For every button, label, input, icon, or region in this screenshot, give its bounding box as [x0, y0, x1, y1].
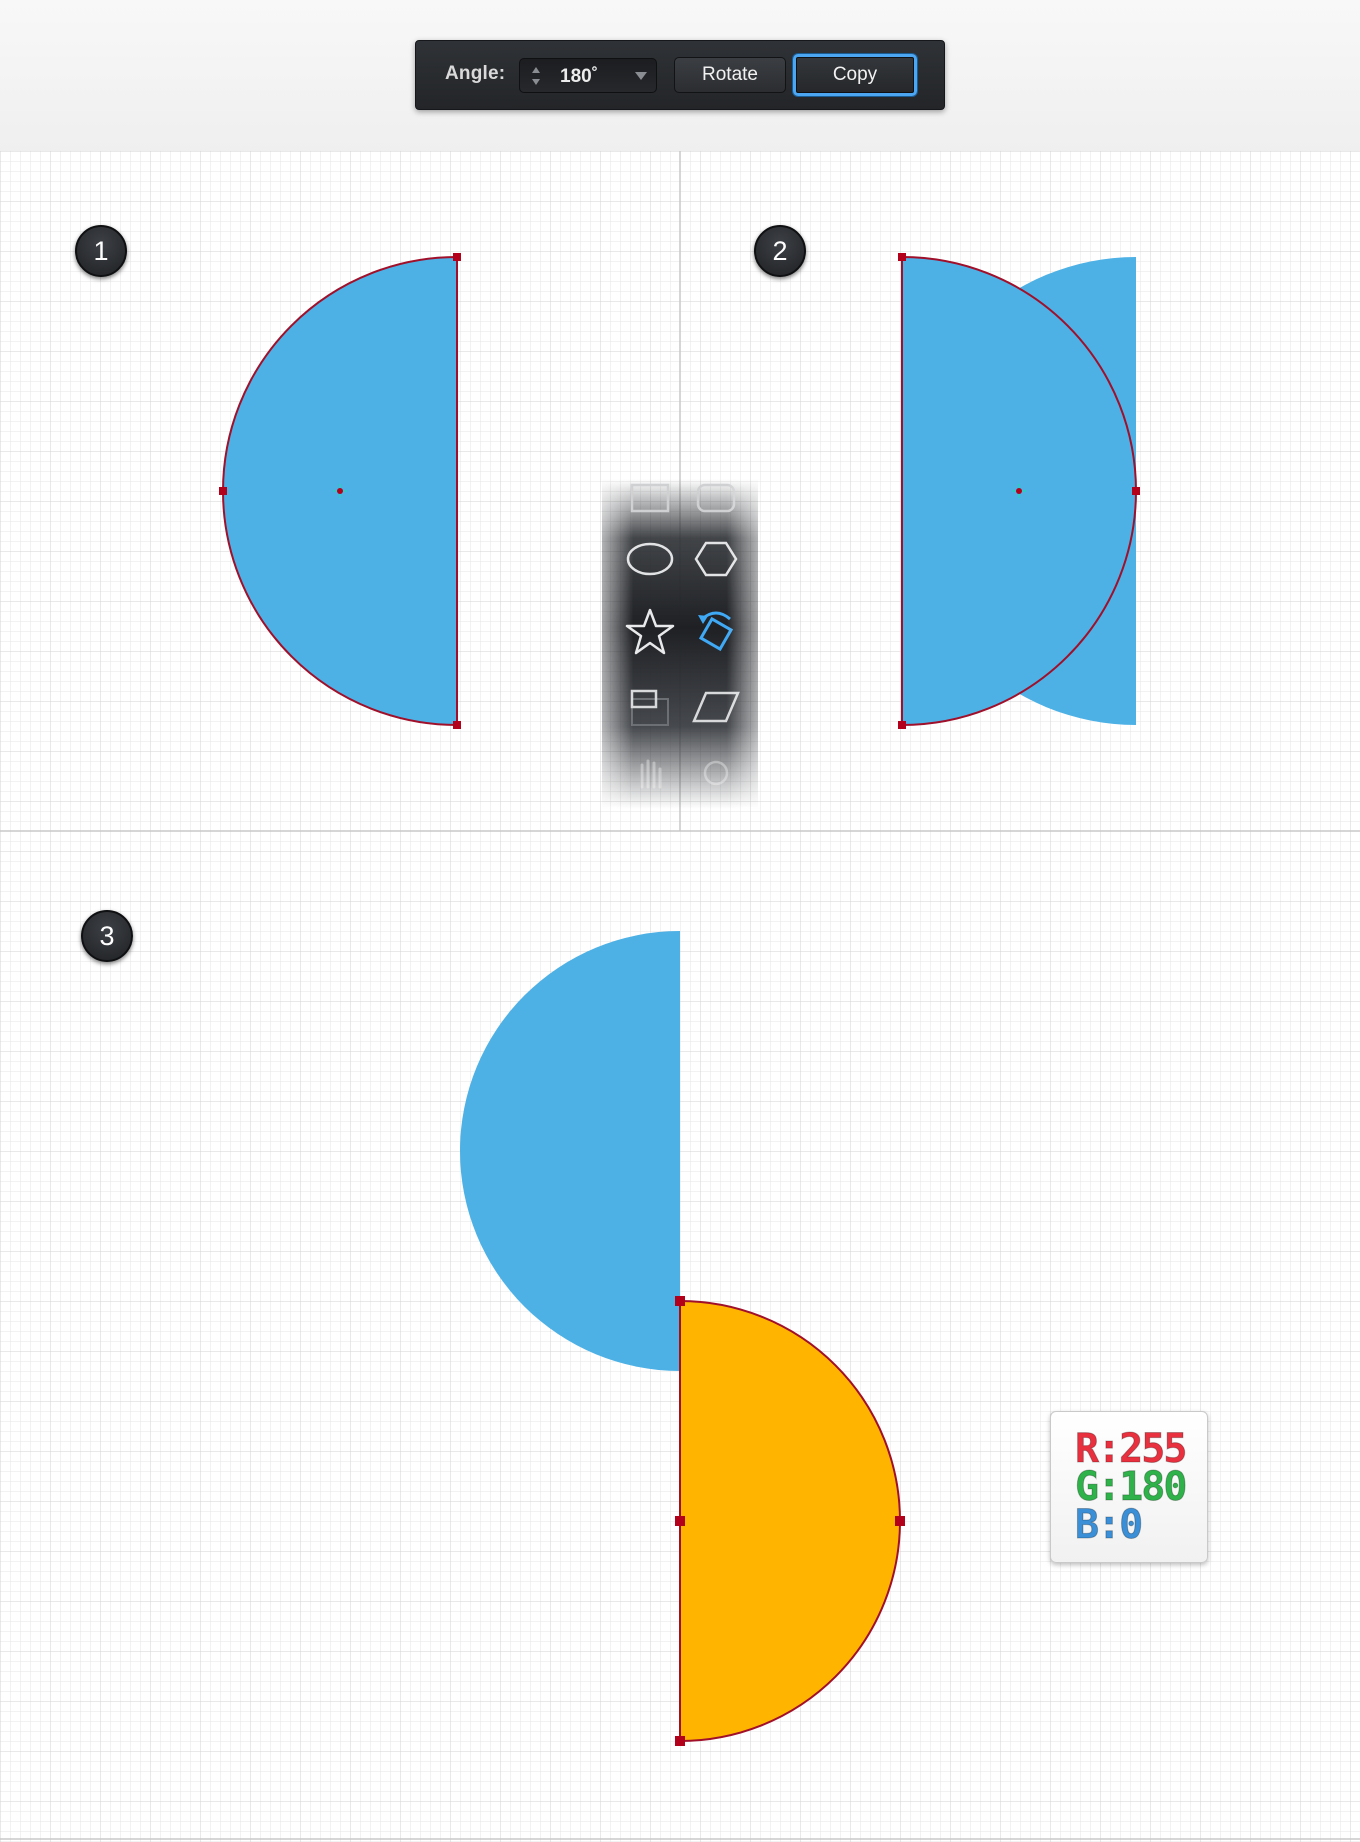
color-values-card: R:255 G:180 B:0: [1050, 1411, 1208, 1563]
hand-tool-icon[interactable]: [622, 747, 678, 803]
step-badge-1: 1: [75, 225, 127, 277]
chevron-down-icon[interactable]: [634, 70, 648, 82]
anchor-point: [453, 253, 461, 261]
shear-tool-icon[interactable]: [688, 679, 744, 735]
polygon-icon[interactable]: [688, 531, 744, 587]
tool-palette: [602, 479, 758, 809]
blue-value: B:0: [1074, 1502, 1143, 1549]
stepper-arrows-icon[interactable]: [530, 64, 542, 88]
angle-stepper[interactable]: 180˚: [519, 58, 657, 93]
copy-button[interactable]: Copy: [793, 54, 917, 96]
anchor-point: [675, 1736, 685, 1746]
angle-label: Angle:: [445, 63, 506, 84]
anchor-point: [219, 487, 227, 495]
scale-tool-icon[interactable]: [622, 679, 678, 735]
anchor-point: [675, 1516, 685, 1526]
rounded-rectangle-icon[interactable]: [688, 471, 744, 527]
anchor-point: [895, 1516, 905, 1526]
angle-value[interactable]: 180˚: [560, 66, 598, 88]
zoom-tool-icon[interactable]: [688, 747, 744, 803]
anchor-point: [675, 1296, 685, 1306]
step-badge-3: 3: [81, 910, 133, 962]
anchor-point: [1132, 487, 1140, 495]
rotate-button[interactable]: Rotate: [674, 57, 786, 93]
canvas-graphics: [0, 151, 1360, 1842]
rotate-tool-icon[interactable]: [688, 605, 744, 661]
step-badge-2: 2: [754, 225, 806, 277]
artboard-canvas[interactable]: 1 2 3 R:255 G:180 B:0: [0, 151, 1360, 1842]
ellipse-icon[interactable]: [622, 531, 678, 587]
anchor-point: [898, 253, 906, 261]
anchor-point: [453, 721, 461, 729]
anchor-point: [898, 721, 906, 729]
star-icon[interactable]: [622, 605, 678, 661]
rectangle-icon[interactable]: [622, 471, 678, 527]
rotate-toolbar: Angle: 180˚ Rotate Copy: [415, 40, 945, 110]
